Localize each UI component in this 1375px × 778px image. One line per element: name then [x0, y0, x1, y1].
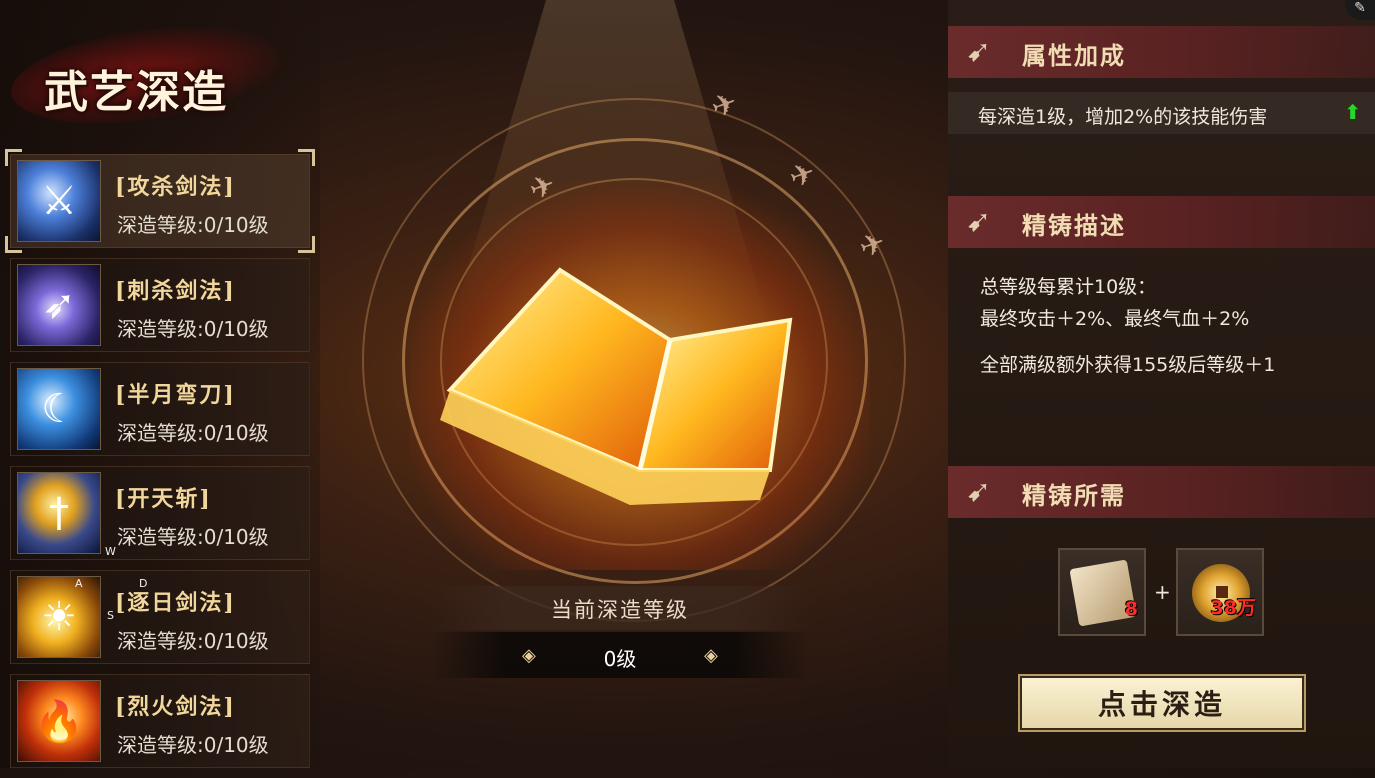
- section-title: 属性加成: [1022, 41, 1126, 70]
- desc-line: 最终攻击＋2%、最终气血＋2%: [980, 308, 1250, 330]
- skill-name: [逐日剑法]: [115, 590, 236, 616]
- skill-name: [开天斩]: [115, 486, 212, 512]
- heaven-sword-icon: †: [17, 472, 101, 554]
- ornament-right-icon: ◈: [704, 645, 718, 666]
- current-level-label-bar: 当前深造等级: [430, 586, 810, 630]
- close-icon[interactable]: ✎: [1345, 0, 1375, 20]
- skill-level: 深造等级:0/10级: [117, 629, 269, 653]
- sword-slash-icon: ⚔: [17, 160, 101, 242]
- skill-name: [烈火剑法]: [115, 694, 236, 720]
- skill-item-cisha[interactable]: ➶ [刺杀剑法] 深造等级:0/10级: [10, 258, 310, 352]
- bonus-text: 每深造1级，增加2%的该技能伤害: [978, 106, 1268, 128]
- feather-emblem-icon: ➹: [966, 474, 992, 509]
- skill-level: 深造等级:0/10级: [117, 525, 269, 549]
- feather-emblem-icon: ➹: [966, 204, 992, 239]
- up-arrow-icon: ⬆: [1344, 100, 1361, 124]
- sun-sword-icon: ☀: [17, 576, 101, 658]
- current-level-value-bar: ◈ 0级 ◈: [430, 632, 810, 678]
- skill-level: 深造等级:0/10级: [117, 317, 269, 341]
- fire-sword-icon: 🔥: [17, 680, 101, 762]
- page-title: 武艺深造: [44, 67, 228, 118]
- selection-corner: [298, 236, 315, 253]
- item-count: 38万: [1210, 597, 1256, 619]
- selection-corner: [298, 149, 315, 166]
- current-level-label: 当前深造等级: [551, 598, 689, 622]
- desc-line: 总等级每累计10级：: [980, 276, 1157, 298]
- attributes-header: ➹ 属性加成: [948, 26, 1375, 78]
- info-panel: ➹ 属性加成 每深造1级，增加2%的该技能伤害 ⬆ ➹ 精铸描述 总等级每累计1…: [948, 0, 1375, 768]
- skill-level: 深造等级:0/10级: [117, 213, 269, 237]
- plus-sign: +: [1154, 580, 1171, 604]
- skill-item-banyue[interactable]: ☾ [半月弯刀] 深造等级:0/10级: [10, 362, 310, 456]
- bonus-row: 每深造1级，增加2%的该技能伤害 ⬆: [948, 92, 1375, 134]
- requirements-header: ➹ 精铸所需: [948, 466, 1375, 518]
- material-slot-scroll[interactable]: 8: [1058, 548, 1146, 636]
- desc-line: 全部满级额外获得155级后等级＋1: [980, 354, 1276, 376]
- thrust-blade-icon: ➶: [17, 264, 101, 346]
- skill-item-zhuri[interactable]: ☀ [逐日剑法] 深造等级:0/10级 A D S: [10, 570, 310, 664]
- crescent-blade-icon: ☾: [17, 368, 101, 450]
- skill-panel: 武艺深造 ⚔ [攻杀剑法] 深造等级:0/10级 ➶ [刺杀剑法] 深造等级:0…: [0, 0, 320, 768]
- section-title: 精铸描述: [1022, 211, 1126, 240]
- skill-level: 深造等级:0/10级: [117, 733, 269, 757]
- skill-level: 深造等级:0/10级: [117, 421, 269, 445]
- skill-name: [攻杀剑法]: [115, 174, 236, 200]
- refine-button[interactable]: 点击深造: [1018, 674, 1306, 732]
- skill-list: ⚔ [攻杀剑法] 深造等级:0/10级 ➶ [刺杀剑法] 深造等级:0/10级 …: [5, 149, 315, 778]
- skill-name: [刺杀剑法]: [115, 278, 236, 304]
- flaming-book-icon: [440, 267, 793, 505]
- refine-button-label: 点击深造: [1097, 688, 1226, 721]
- feather-emblem-icon: ➹: [966, 34, 992, 69]
- skill-item-kaitian[interactable]: † [开天斩] 深造等级:0/10级 W: [10, 466, 310, 560]
- key-overlay-a: A: [75, 577, 83, 590]
- refine-desc-header: ➹ 精铸描述: [948, 196, 1375, 248]
- material-slot-coin[interactable]: 38万: [1176, 548, 1264, 636]
- item-count: 8: [1124, 598, 1138, 620]
- key-overlay-s: S: [107, 609, 114, 622]
- current-level-value: 0级: [603, 647, 637, 671]
- skill-item-gongsha[interactable]: ⚔ [攻杀剑法] 深造等级:0/10级: [5, 149, 315, 253]
- skill-name: [半月弯刀]: [115, 382, 236, 408]
- section-title: 精铸所需: [1022, 481, 1126, 510]
- title-area: 武艺深造: [5, 11, 300, 139]
- skill-item-liehuo[interactable]: 🔥 [烈火剑法] 深造等级:0/10级: [10, 674, 310, 768]
- refine-display: ✈ ✈ ✈ ✈ 当前深造等级 ◈ 0级 ◈: [320, 0, 948, 768]
- key-overlay-d: D: [139, 577, 148, 590]
- key-overlay-w: W: [105, 545, 116, 558]
